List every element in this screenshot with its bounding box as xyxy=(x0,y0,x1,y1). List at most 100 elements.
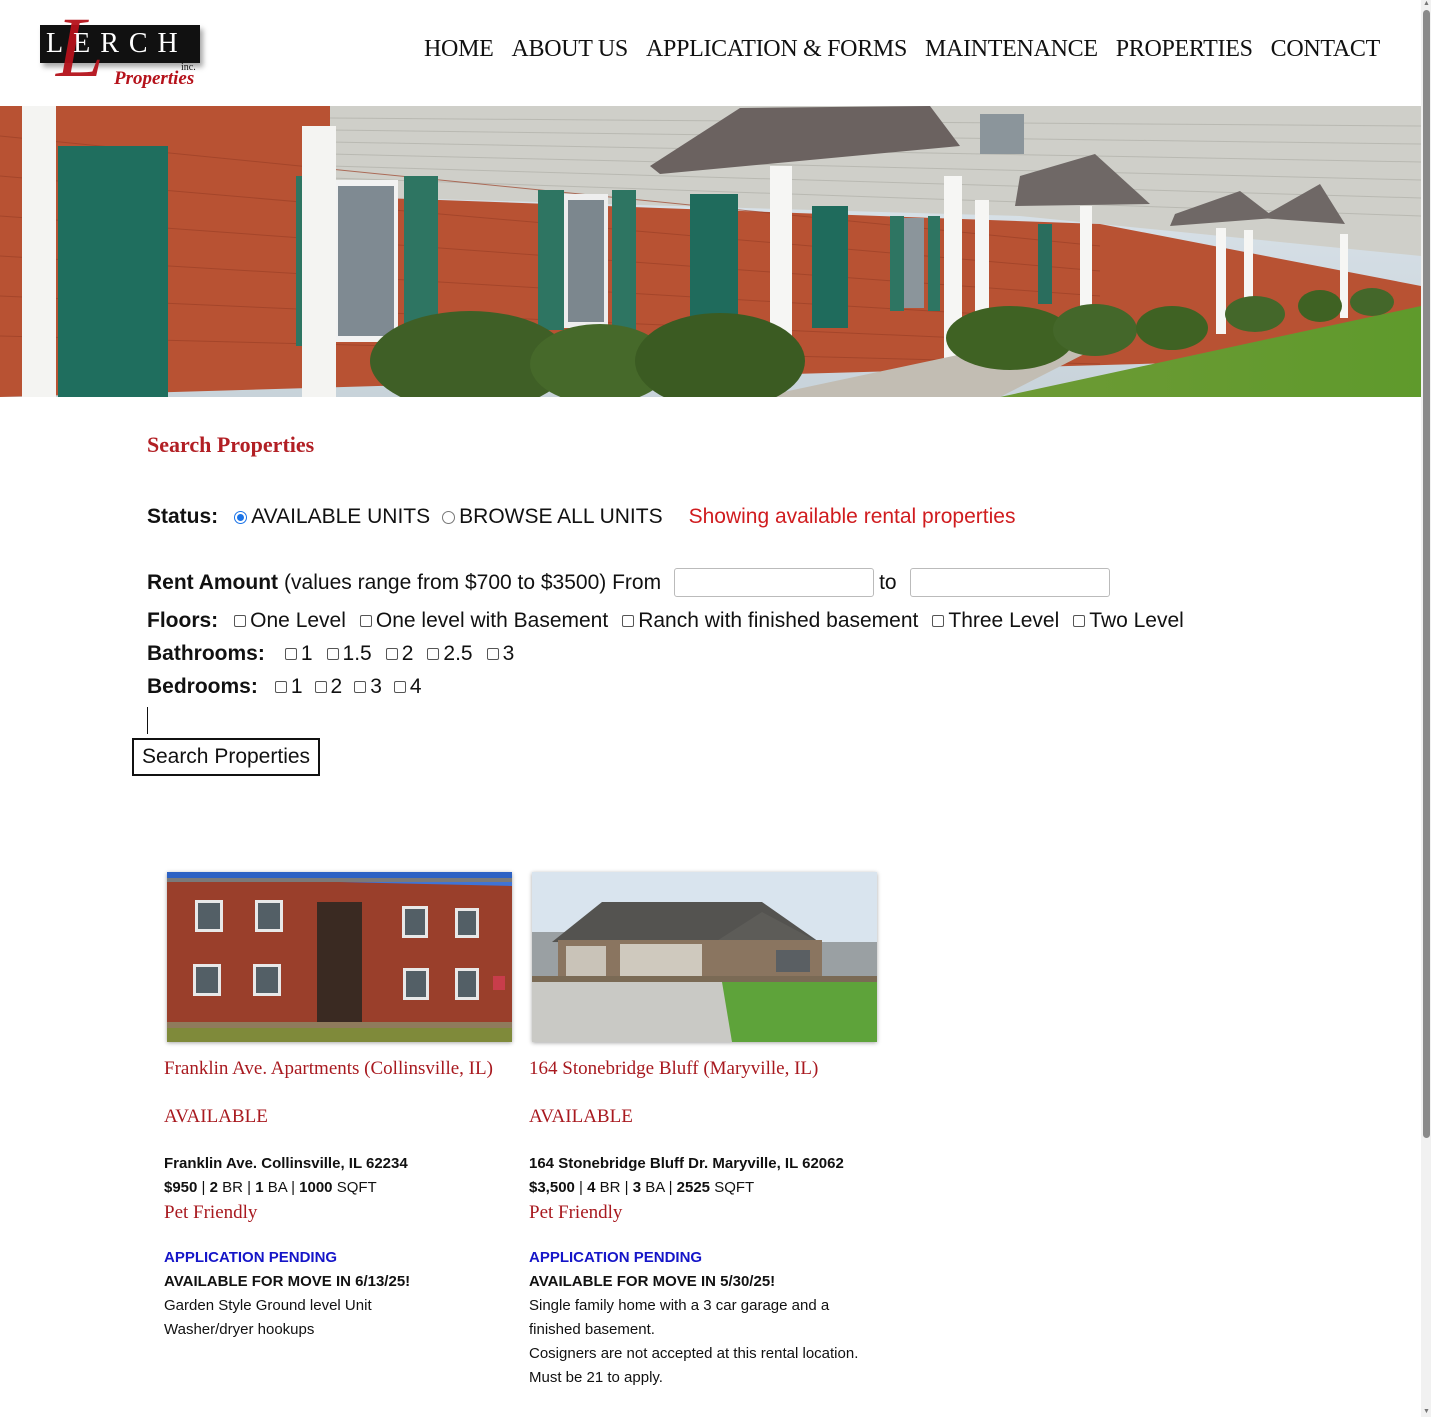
main-nav: HOME ABOUT US APPLICATION & FORMS MAINTE… xyxy=(424,36,1380,63)
listing-price: $3,500 xyxy=(529,1179,575,1196)
bedrooms-option[interactable]: 4 xyxy=(393,675,422,699)
bedrooms-row: Bedrooms: 1 2 3 4 xyxy=(147,675,422,699)
floors-option-label: One Level xyxy=(250,609,346,632)
checkbox-icon[interactable] xyxy=(354,681,367,693)
checkbox-icon[interactable] xyxy=(274,681,287,693)
bedrooms-option[interactable]: 1 xyxy=(274,675,303,699)
logo-subtitle: Properties xyxy=(114,68,195,89)
listing-photo-apartment-building[interactable] xyxy=(167,872,512,1042)
listing-bathrooms: 3 xyxy=(632,1179,642,1196)
floors-option-label: Ranch with finished basement xyxy=(638,609,919,632)
listing-bathrooms: 1 xyxy=(255,1179,264,1196)
listing-card[interactable]: Franklin Ave. Apartments (Collinsville, … xyxy=(164,872,512,1338)
bathrooms-option-label: 2.5 xyxy=(443,642,473,665)
status-row: Status: AVAILABLE UNITS BROWSE ALL UNITS… xyxy=(147,505,1015,529)
floors-option-label: Three Level xyxy=(948,609,1060,632)
status-available-radio[interactable]: AVAILABLE UNITS xyxy=(234,505,430,529)
checkbox-icon[interactable] xyxy=(393,681,406,693)
scroll-up-arrow-icon[interactable]: ▲ xyxy=(1422,0,1431,8)
unit-sqft: SQFT xyxy=(714,1179,755,1196)
unit-ba: BA xyxy=(267,1179,287,1196)
status-browse-all-radio[interactable]: BROWSE ALL UNITS xyxy=(442,505,663,529)
listing-status: AVAILABLE xyxy=(529,1106,633,1127)
rent-label: Rent Amount xyxy=(147,570,279,594)
bathrooms-row: Bathrooms: 1 1.5 2 2.5 3 xyxy=(147,642,514,666)
bathrooms-option-label: 3 xyxy=(502,642,515,665)
nav-about-us[interactable]: ABOUT US xyxy=(511,36,628,63)
bathrooms-option[interactable]: 3 xyxy=(486,642,515,666)
pet-friendly-label: Pet Friendly xyxy=(164,1202,258,1223)
checkbox-icon[interactable] xyxy=(932,615,945,627)
text-caret xyxy=(147,707,148,734)
checkbox-icon[interactable] xyxy=(359,615,372,627)
floors-option[interactable]: One Level xyxy=(234,609,346,633)
nav-maintenance[interactable]: MAINTENANCE xyxy=(925,36,1098,63)
listing-photo-single-family-home[interactable] xyxy=(532,872,877,1042)
rent-row: Rent Amount (values range from $700 to $… xyxy=(147,568,1110,597)
bathrooms-option[interactable]: 1 xyxy=(284,642,313,666)
floors-option-label: Two Level xyxy=(1089,609,1184,632)
listing-note: Washer/dryer hookups xyxy=(164,1321,315,1338)
rent-from-input[interactable] xyxy=(674,568,875,597)
checkbox-icon[interactable] xyxy=(486,648,499,660)
search-properties-button[interactable]: Search Properties xyxy=(132,738,320,776)
hero-townhomes-image xyxy=(0,106,1421,397)
listing-details: 164 Stonebridge Bluff Dr. Maryville, IL … xyxy=(529,1152,889,1390)
bedrooms-option-label: 4 xyxy=(409,675,422,698)
site-header: L LERCH inc. Properties HOME ABOUT US AP… xyxy=(0,0,1421,106)
checkbox-icon[interactable] xyxy=(234,615,247,627)
listing-card[interactable]: 164 Stonebridge Bluff (Maryville, IL) AV… xyxy=(529,872,877,1386)
bathrooms-option-label: 2 xyxy=(401,642,414,665)
bathrooms-option-label: 1.5 xyxy=(342,642,372,665)
move-in-date: AVAILABLE FOR MOVE IN 5/30/25! xyxy=(529,1273,776,1290)
floors-option[interactable]: Three Level xyxy=(932,609,1059,633)
listing-title[interactable]: Franklin Ave. Apartments (Collinsville, … xyxy=(164,1058,493,1080)
listing-note: Cosigners are not accepted at this renta… xyxy=(529,1345,859,1362)
nav-properties[interactable]: PROPERTIES xyxy=(1116,36,1253,63)
checkbox-icon[interactable] xyxy=(326,648,339,660)
listing-price: $950 xyxy=(164,1179,198,1196)
unit-br: BR xyxy=(599,1179,621,1196)
bedrooms-option[interactable]: 2 xyxy=(314,675,342,699)
checkbox-icon[interactable] xyxy=(1073,615,1086,627)
listing-note: finished basement. xyxy=(529,1321,655,1338)
floors-option-label: One level with Basement xyxy=(375,609,609,632)
listing-title[interactable]: 164 Stonebridge Bluff (Maryville, IL) xyxy=(529,1058,818,1080)
listing-address: 164 Stonebridge Bluff Dr. Maryville, IL … xyxy=(529,1155,844,1172)
checkbox-icon[interactable] xyxy=(622,615,635,627)
bathrooms-option[interactable]: 2 xyxy=(385,642,414,666)
listing-bedrooms: 2 xyxy=(209,1179,218,1196)
checkbox-icon[interactable] xyxy=(427,648,440,660)
bedrooms-option[interactable]: 3 xyxy=(354,675,382,699)
radio-unchecked-icon[interactable] xyxy=(442,510,456,524)
checkbox-icon[interactable] xyxy=(314,681,327,693)
checkbox-icon[interactable] xyxy=(385,648,398,660)
rent-to-input[interactable] xyxy=(909,568,1110,597)
checkbox-icon[interactable] xyxy=(284,648,297,660)
scroll-down-arrow-icon[interactable]: ▼ xyxy=(1422,1408,1431,1416)
bedrooms-option-label: 1 xyxy=(290,675,303,698)
logo-word: LERCH xyxy=(46,28,188,59)
listing-sqft: 2525 xyxy=(676,1179,711,1196)
bathrooms-option[interactable]: 2.5 xyxy=(427,642,473,666)
bedrooms-label: Bedrooms: xyxy=(147,675,258,698)
rent-hint: (values range from $700 to $3500) From xyxy=(284,570,662,594)
nav-contact[interactable]: CONTACT xyxy=(1271,36,1381,63)
radio-checked-icon[interactable] xyxy=(234,510,248,524)
scrollbar-thumb[interactable] xyxy=(1423,10,1430,1138)
nav-application-forms[interactable]: APPLICATION & FORMS xyxy=(646,36,907,63)
floors-option[interactable]: One level with Basement xyxy=(359,609,609,633)
bathrooms-label: Bathrooms: xyxy=(147,642,265,665)
unit-ba: BA xyxy=(645,1179,665,1196)
floors-option[interactable]: Two Level xyxy=(1073,609,1184,633)
floors-option[interactable]: Ranch with finished basement xyxy=(622,609,918,633)
status-browse-all-label: BROWSE ALL UNITS xyxy=(459,505,663,528)
bathrooms-option[interactable]: 1.5 xyxy=(326,642,372,666)
nav-home[interactable]: HOME xyxy=(424,36,494,63)
status-available-label: AVAILABLE UNITS xyxy=(251,505,431,528)
floors-label: Floors: xyxy=(147,609,219,632)
lerch-properties-logo[interactable]: L LERCH inc. Properties xyxy=(38,4,206,94)
rent-to-label: to xyxy=(879,570,897,594)
listing-status: AVAILABLE xyxy=(164,1106,268,1127)
search-properties-heading: Search Properties xyxy=(147,432,315,457)
